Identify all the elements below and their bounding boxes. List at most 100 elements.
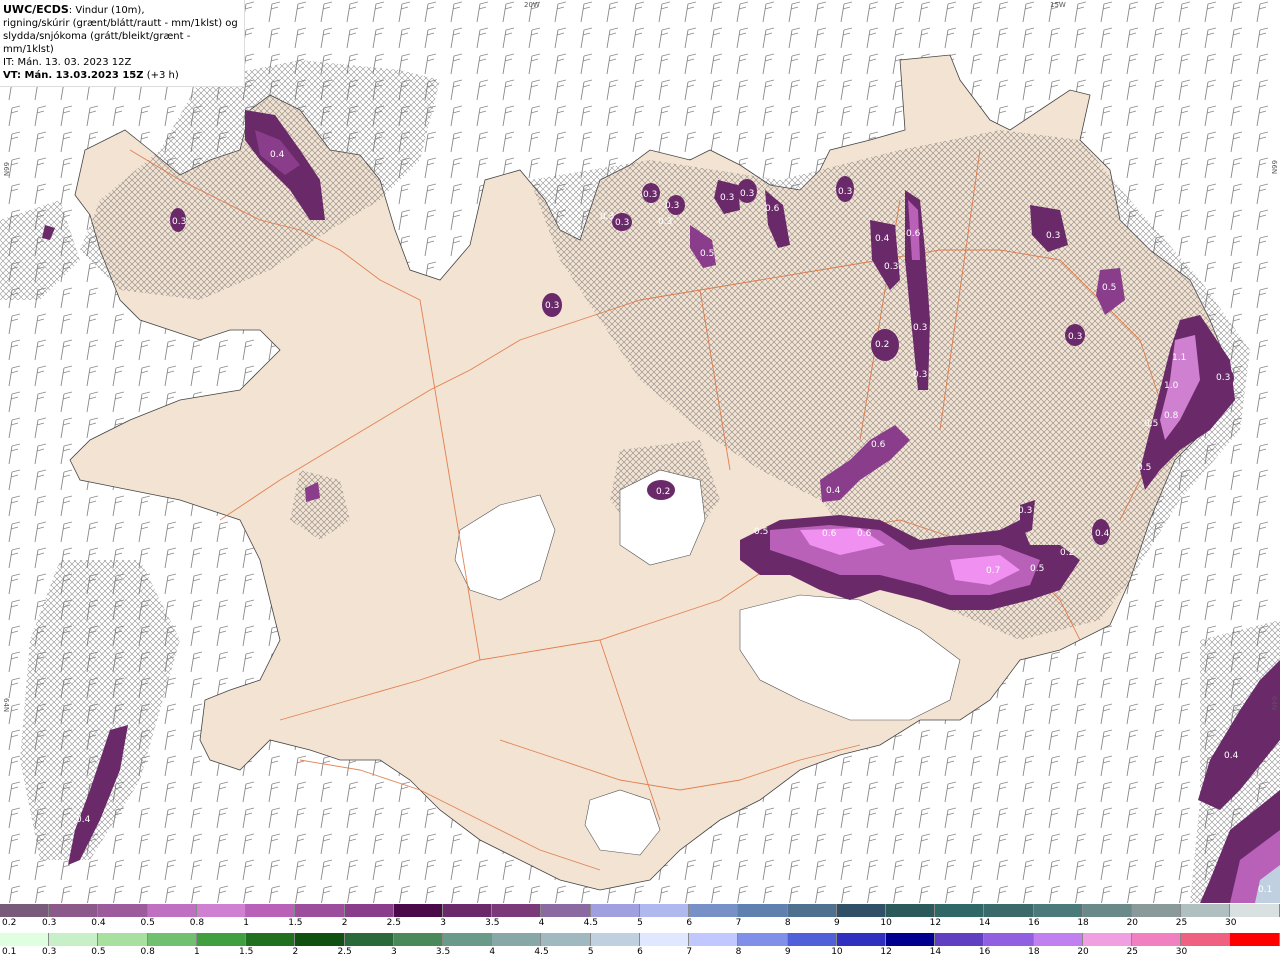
precip-label: 0.3 bbox=[1018, 506, 1032, 516]
legend-label: 0.2 bbox=[2, 918, 17, 928]
legend-label: 10 bbox=[880, 918, 892, 928]
precip-label: 0.3 bbox=[615, 218, 629, 228]
legend-label: 30 bbox=[1225, 918, 1237, 928]
legend-label: 9 bbox=[834, 918, 840, 928]
precip-label: 0.2 bbox=[875, 340, 889, 350]
precip-label: 0.6 bbox=[871, 440, 886, 450]
legend-label: 0.8 bbox=[189, 918, 205, 928]
legend-swatch bbox=[442, 933, 493, 946]
precip-label: 1.1 bbox=[1172, 353, 1186, 363]
legend-label: 1 bbox=[194, 947, 200, 957]
legend-swatch bbox=[442, 904, 493, 917]
legend-label: 7 bbox=[735, 918, 742, 928]
legend-label: 25 bbox=[1175, 918, 1188, 928]
legend-label: 1.5 bbox=[238, 947, 254, 957]
valid-time-offset: (+3 h) bbox=[143, 70, 179, 81]
legend-label: 4 bbox=[538, 918, 545, 928]
precip-label: 0.4 bbox=[270, 150, 285, 160]
legend-swatch bbox=[787, 904, 837, 917]
precip-label: 0.3 bbox=[600, 212, 614, 222]
legend-swatch bbox=[984, 904, 1034, 917]
legend-swatch bbox=[98, 904, 148, 917]
precip-label: 0.3 bbox=[658, 217, 672, 227]
legend-swatch bbox=[984, 933, 1034, 946]
legend-label: 3.5 bbox=[485, 918, 500, 928]
legend-swatch bbox=[639, 933, 690, 946]
legend-label: 2.5 bbox=[337, 947, 352, 957]
init-time-value: Mán. 13. 03. 2023 12Z bbox=[14, 57, 132, 68]
legend-label: 14 bbox=[929, 947, 942, 957]
legend-label: 0.5 bbox=[91, 947, 106, 957]
precip-label: 0.3 bbox=[172, 217, 186, 227]
precip-label: 0.6 bbox=[906, 229, 921, 239]
legend-label: 7 bbox=[686, 947, 693, 957]
precip-label: 0.2 bbox=[656, 487, 670, 497]
legend-swatch bbox=[196, 904, 247, 917]
precip-label: 0.6 bbox=[765, 204, 780, 214]
legend-swatch bbox=[1132, 933, 1182, 946]
legend-label: 16 bbox=[1028, 918, 1040, 928]
legend-swatch bbox=[836, 904, 886, 917]
legend-snow-labels: 0.2 0.3 0.4 0.5 0.8 1 1.5 2 2.5 3 3.5 4 4.5 5 6 7 8 9 10 12… bbox=[0, 918, 1280, 930]
precip-label: 0.3 bbox=[913, 323, 927, 333]
legend-label: 2.5 bbox=[386, 918, 402, 928]
legend-swatch bbox=[1230, 933, 1280, 946]
legend-label: 5 bbox=[587, 947, 594, 957]
legend-swatch bbox=[1181, 933, 1231, 946]
legend-swatch bbox=[541, 933, 591, 946]
legend-swatch bbox=[590, 933, 640, 946]
precip-label: 0.3 bbox=[643, 190, 657, 200]
legend-swatch bbox=[1230, 904, 1280, 917]
precip-label: 0.3 bbox=[740, 189, 754, 199]
precip-label: 0.3 bbox=[913, 370, 927, 380]
legend-label: 8 bbox=[784, 918, 791, 928]
precip-label: 0.3 bbox=[838, 187, 852, 197]
legend-label: 1.5 bbox=[288, 918, 303, 928]
precip-label: 0.4 bbox=[76, 815, 91, 825]
legend-label: 16 bbox=[978, 947, 991, 957]
legend-label: 1 bbox=[243, 918, 250, 928]
legend-label: 0.8 bbox=[140, 947, 155, 957]
legend-label: 0.1 bbox=[2, 947, 17, 957]
precip-label: 0.5 bbox=[700, 249, 714, 259]
precip-label: 0.3 bbox=[1068, 332, 1082, 342]
precip-label: 0.3 bbox=[665, 201, 679, 211]
legend-swatch bbox=[98, 933, 148, 946]
weather-map: 0.4 0.3 0.3 0.3 0.3 0.3 0.3 0.5 0.3 0.3 … bbox=[0, 0, 1280, 903]
legend-swatch bbox=[246, 933, 296, 946]
legend-swatch bbox=[541, 904, 591, 917]
precip-label: 0.3 bbox=[720, 193, 734, 203]
legend-swatch bbox=[639, 904, 690, 917]
legend-label: 0.4 bbox=[91, 918, 106, 928]
legend-label: 12 bbox=[880, 947, 892, 957]
legend-label: 2 bbox=[292, 947, 299, 957]
legend-label: 30 bbox=[1175, 947, 1188, 957]
legend-swatch bbox=[49, 933, 99, 946]
legend-swatch bbox=[147, 933, 197, 946]
legend-rain-labels: 0.1 0.3 0.5 0.8 1 1.5 2 2.5 3 3.5 4 4.5 5 6 7 8 9 10 12 14 1… bbox=[0, 947, 1280, 959]
legend-swatch bbox=[393, 904, 443, 917]
legend-swatch bbox=[147, 904, 197, 917]
legend-swatch bbox=[1082, 904, 1133, 917]
precip-label: 0.7 bbox=[986, 566, 1000, 576]
legend-swatch bbox=[492, 933, 542, 946]
legend-rain-colorbar bbox=[0, 933, 1280, 946]
lon-label-15w: 15W bbox=[1050, 1, 1066, 9]
legend-swatch bbox=[295, 933, 345, 946]
legend-label: 6 bbox=[686, 918, 693, 928]
legend-label: 20 bbox=[1077, 947, 1089, 957]
precip-label: 0.3 bbox=[1046, 231, 1060, 241]
legend-swatch bbox=[49, 904, 99, 917]
legend-label: 4.5 bbox=[534, 947, 549, 957]
legend-swatch bbox=[1132, 904, 1182, 917]
precip-label: 0.3 bbox=[545, 301, 559, 311]
lat-label-64n-right: 64N bbox=[1270, 696, 1278, 711]
lon-label-20w: 20W bbox=[524, 1, 540, 9]
valid-time-label: VT: Mán. 13.03.2023 15Z bbox=[3, 70, 144, 81]
legend-swatch bbox=[885, 904, 936, 917]
legend-swatch bbox=[738, 904, 788, 917]
precip-label: 0.8 bbox=[1164, 411, 1179, 421]
legend-label: 2 bbox=[341, 918, 348, 928]
legend-label: 0.3 bbox=[42, 918, 57, 928]
precip-label: 0.4 bbox=[875, 234, 890, 244]
